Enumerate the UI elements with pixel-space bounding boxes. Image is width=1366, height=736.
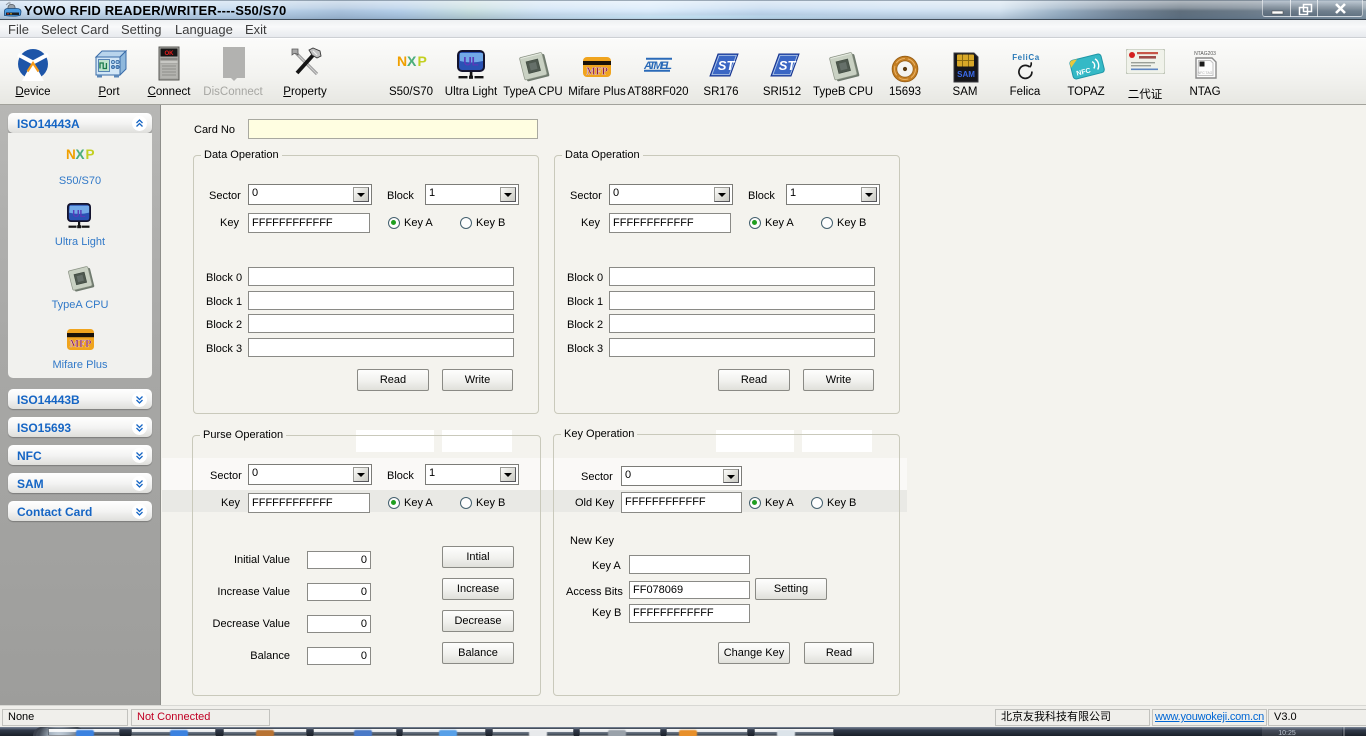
svg-text:UL: UL	[463, 57, 478, 69]
svg-text:MFP: MFP	[70, 339, 92, 350]
svg-text:N: N	[66, 147, 76, 161]
svg-text:ST: ST	[779, 58, 797, 73]
svg-text:P: P	[418, 53, 427, 69]
svg-text:P: P	[86, 147, 95, 161]
svg-text:OK: OK	[165, 51, 175, 57]
svg-text:SAM: SAM	[957, 70, 975, 79]
svg-text:MFP: MFP	[586, 67, 608, 78]
svg-text:FeliCa: FeliCa	[1012, 53, 1040, 62]
svg-text:X: X	[407, 53, 417, 69]
svg-text:NTAG203: NTAG203	[1194, 51, 1216, 57]
svg-text:NFC TAG: NFC TAG	[1198, 71, 1213, 75]
svg-text:ST: ST	[718, 58, 736, 73]
svg-text:N: N	[397, 53, 407, 69]
svg-text:UL: UL	[72, 209, 85, 220]
svg-text:X: X	[76, 147, 85, 161]
